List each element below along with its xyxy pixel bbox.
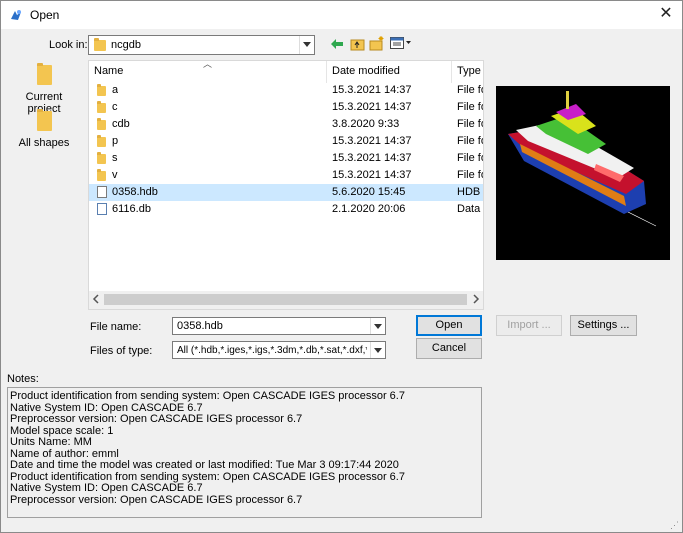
file-row[interactable]: p 15.3.2021 14:37 File fo: [89, 133, 483, 150]
open-button[interactable]: Open: [416, 315, 482, 336]
file-type: File fo: [457, 169, 483, 181]
close-icon[interactable]: ✕: [652, 3, 680, 27]
file-name-label: File name:: [90, 321, 142, 333]
view-menu-icon[interactable]: [390, 37, 412, 52]
yacht-preview-icon: [508, 91, 657, 227]
resize-grip-icon[interactable]: ⋰: [670, 520, 679, 531]
file-name: 0358.hdb: [112, 186, 158, 198]
notes-textbox[interactable]: Product identification from sending syst…: [7, 387, 482, 518]
settings-button[interactable]: Settings ...: [570, 315, 637, 336]
open-dialog: Open ✕ Look in: ncgdb Current project Al…: [0, 0, 683, 533]
database-file-icon: [97, 203, 107, 218]
file-row[interactable]: cdb 3.8.2020 9:33 File fo: [89, 116, 483, 133]
file-name: p: [112, 135, 119, 147]
file-row[interactable]: a 15.3.2021 14:37 File fo: [89, 82, 483, 99]
file-list[interactable]: ︿ Name Date modified Type a 15.3.2021 14…: [88, 60, 484, 310]
new-folder-icon[interactable]: [369, 35, 385, 54]
file-type: File fo: [457, 118, 483, 130]
file-type-combo[interactable]: All (*.hdb,*.iges,*.igs,*.3dm,*.db,*.sat…: [172, 341, 386, 359]
file-date: 15.3.2021 14:37: [332, 135, 412, 147]
file-name: 6116.db: [112, 203, 151, 215]
import-button[interactable]: Import ...: [496, 315, 562, 336]
up-folder-icon[interactable]: [350, 36, 365, 54]
file-row[interactable]: v 15.3.2021 14:37 File fo: [89, 167, 483, 184]
file-row[interactable]: c 15.3.2021 14:37 File fo: [89, 99, 483, 116]
file-date: 15.3.2021 14:37: [332, 84, 412, 96]
file-date: 15.3.2021 14:37: [332, 101, 412, 113]
folder-icon: [94, 38, 106, 54]
file-type: File fo: [457, 101, 483, 113]
place-label: All shapes: [18, 137, 70, 149]
window-title: Open: [30, 8, 60, 22]
file-name: c: [112, 101, 118, 113]
folder-icon: [97, 84, 106, 99]
file-name-input[interactable]: 0358.hdb: [177, 320, 223, 332]
folder-icon: [97, 169, 106, 184]
scroll-right-icon[interactable]: [472, 294, 480, 307]
folder-icon: [97, 101, 106, 116]
file-date: 15.3.2021 14:37: [332, 169, 412, 181]
folder-icon: [97, 118, 106, 133]
column-header-type[interactable]: Type: [452, 61, 483, 83]
file-name: v: [112, 169, 118, 181]
place-current-project[interactable]: Current project: [9, 63, 79, 115]
file-name: s: [112, 152, 118, 164]
column-header-name[interactable]: Name: [89, 61, 327, 83]
notes-line: Native System ID: Open CASCADE 6.7: [10, 482, 203, 494]
file-icon: [97, 186, 107, 201]
look-in-combo[interactable]: ncgdb: [88, 35, 315, 55]
file-type-value: All (*.hdb,*.iges,*.igs,*.3dm,*.db,*.sat…: [177, 345, 367, 356]
notes-line: Preprocessor version: Open CASCADE IGES …: [10, 413, 303, 425]
chevron-down-icon[interactable]: [299, 36, 314, 54]
file-type: File fo: [457, 152, 483, 164]
cancel-button[interactable]: Cancel: [416, 338, 482, 359]
place-all-shapes[interactable]: All shapes: [9, 109, 79, 149]
notes-line: Date and time the model was created or l…: [10, 459, 399, 471]
file-date: 15.3.2021 14:37: [332, 152, 412, 164]
file-name: cdb: [112, 118, 130, 130]
folder-icon: [36, 109, 52, 131]
notes-line: Units Name: MM: [10, 436, 92, 448]
file-name: a: [112, 84, 119, 96]
file-type: Data: [457, 203, 481, 215]
scroll-left-icon[interactable]: [92, 294, 100, 307]
app-icon: [9, 8, 23, 22]
horizontal-scrollbar[interactable]: [89, 291, 483, 309]
notes-line: Product identification from sending syst…: [10, 390, 405, 402]
file-date: 5.6.2020 15:45: [332, 186, 406, 198]
file-row[interactable]: 6116.db 2.1.2020 20:06 Data: [89, 201, 483, 218]
scroll-thumb[interactable]: [104, 294, 467, 305]
file-type: File fo: [457, 135, 483, 147]
chevron-down-icon[interactable]: [370, 342, 385, 358]
chevron-down-icon[interactable]: [370, 318, 385, 334]
column-header-date[interactable]: Date modified: [327, 61, 452, 83]
file-type: File fo: [457, 84, 483, 96]
look-in-value: ncgdb: [111, 39, 141, 51]
file-date: 3.8.2020 9:33: [332, 118, 400, 130]
folder-icon: [97, 152, 106, 167]
title-bar: Open ✕: [1, 1, 682, 29]
folder-icon: [97, 135, 106, 150]
file-date: 2.1.2020 20:06: [332, 203, 406, 215]
back-icon[interactable]: [330, 37, 344, 54]
look-in-label: Look in:: [49, 39, 88, 51]
file-type-label: Files of type:: [90, 345, 153, 357]
file-row[interactable]: s 15.3.2021 14:37 File fo: [89, 150, 483, 167]
file-type: HDB: [457, 186, 481, 198]
notes-line: Preprocessor version: Open CASCADE IGES …: [10, 493, 303, 506]
notes-label: Notes:: [7, 373, 39, 385]
file-name-combo[interactable]: 0358.hdb: [172, 317, 386, 335]
file-row-selected[interactable]: 0358.hdb 5.6.2020 15:45 HDB: [89, 184, 483, 201]
preview-image: [496, 86, 670, 260]
folder-icon: [36, 63, 52, 85]
